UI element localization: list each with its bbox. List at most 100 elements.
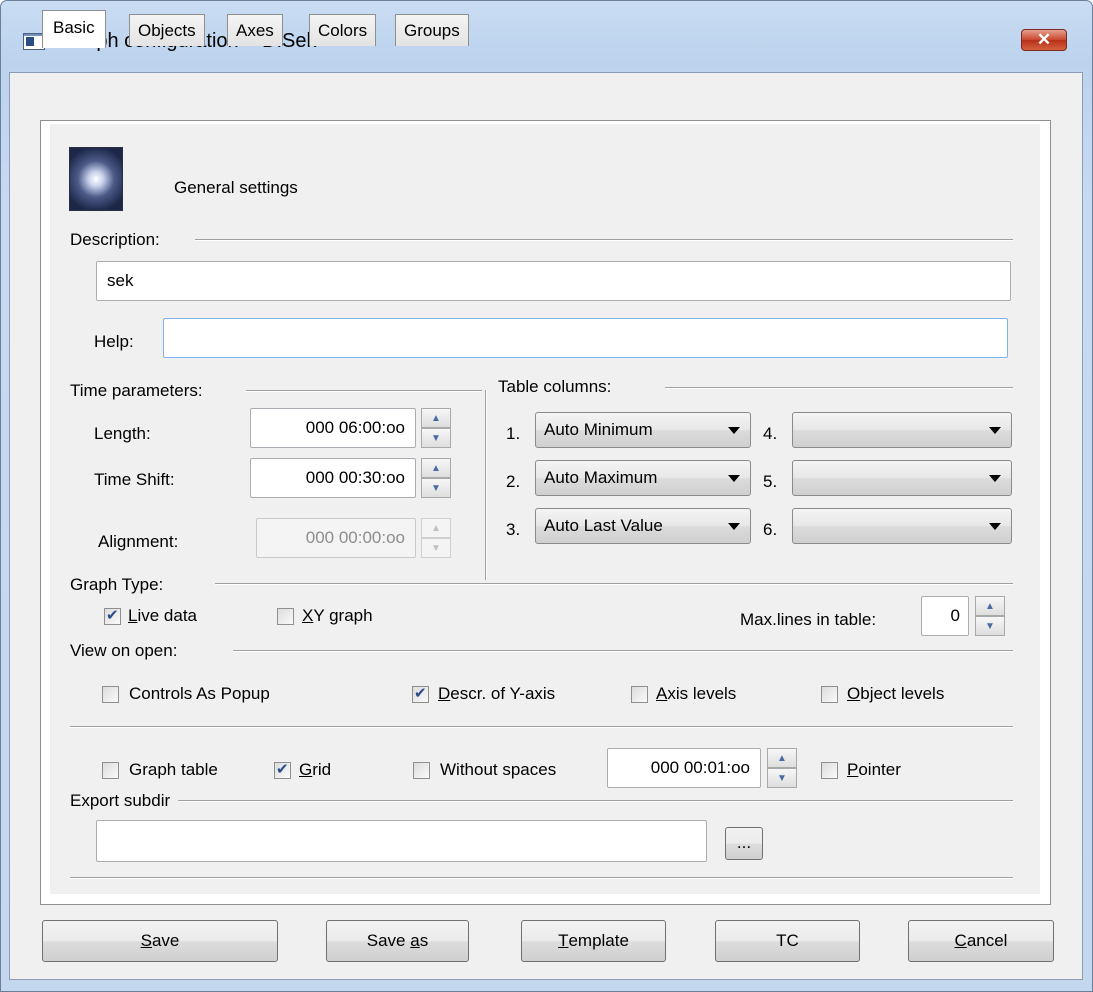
- graph-table-label[interactable]: Graph table: [129, 760, 218, 780]
- tab-objects[interactable]: Objects: [129, 14, 205, 46]
- divider: [233, 650, 1013, 652]
- spin-down-icon[interactable]: ▼: [975, 616, 1005, 636]
- spin-up-icon[interactable]: ▲: [767, 748, 797, 768]
- alignment-value: 000 00:00:oo: [305, 528, 405, 547]
- divider: [195, 239, 1013, 241]
- live-data-label[interactable]: Live data: [128, 606, 197, 626]
- button-label-part: ancel: [966, 931, 1008, 950]
- interval-input[interactable]: 000 00:01:oo: [607, 748, 761, 788]
- column-6-select[interactable]: [792, 508, 1012, 544]
- view-on-open-label: View on open:: [70, 641, 178, 660]
- spin-up-icon[interactable]: ▲: [421, 408, 451, 428]
- label-part: Y graph: [313, 606, 373, 625]
- tab-axes[interactable]: Axes: [227, 14, 283, 46]
- xy-graph-checkbox[interactable]: [277, 608, 294, 625]
- spin-up-icon[interactable]: ▲: [975, 596, 1005, 616]
- column-5-select[interactable]: [792, 460, 1012, 496]
- divider: [246, 390, 482, 392]
- export-subdir-input[interactable]: [96, 820, 707, 862]
- description-label: Description:: [70, 230, 160, 249]
- help-input[interactable]: [163, 318, 1008, 358]
- graph-table-checkbox[interactable]: [102, 762, 119, 779]
- tab-label: Basic: [53, 18, 95, 37]
- alignment-input[interactable]: 000 00:00:oo: [256, 518, 416, 558]
- column-4-number: 4.: [763, 424, 778, 443]
- divider: [665, 387, 1013, 389]
- object-levels-checkbox[interactable]: [821, 686, 838, 703]
- column-4-select[interactable]: [792, 412, 1012, 448]
- length-input[interactable]: 000 06:00:oo: [250, 408, 416, 448]
- tab-basic[interactable]: Basic: [42, 10, 106, 48]
- spin-down-icon[interactable]: ▼: [767, 768, 797, 788]
- save-button[interactable]: Save: [42, 920, 278, 962]
- column-1-number: 1.: [506, 424, 521, 443]
- max-lines-spinner[interactable]: ▲ ▼: [975, 596, 1005, 636]
- xy-graph-label[interactable]: XY graph: [302, 606, 373, 626]
- grid-label[interactable]: Grid: [299, 760, 331, 780]
- graph-settings-icon: [69, 147, 123, 211]
- help-label: Help:: [94, 332, 134, 351]
- axis-levels-label[interactable]: Axis levels: [656, 684, 736, 704]
- tab-groups[interactable]: Groups: [395, 14, 469, 46]
- spin-down-icon[interactable]: ▼: [421, 478, 451, 498]
- spin-up-icon[interactable]: ▲: [421, 518, 451, 538]
- divider: [70, 877, 1013, 879]
- column-3-select[interactable]: Auto Last Value: [535, 508, 751, 544]
- grid-checkbox[interactable]: [274, 760, 291, 779]
- column-1-select[interactable]: Auto Minimum: [535, 412, 751, 448]
- table-columns-label: Table columns:: [498, 377, 612, 396]
- chevron-down-icon: [989, 523, 1001, 530]
- max-lines-value: 0: [950, 606, 960, 625]
- template-button[interactable]: Template: [521, 920, 666, 962]
- time-shift-value: 000 00:30:oo: [305, 468, 405, 487]
- alignment-spinner[interactable]: ▲ ▼: [421, 518, 451, 558]
- time-shift-label: Time Shift:: [94, 470, 175, 489]
- chevron-down-icon: [728, 475, 740, 482]
- axis-levels-checkbox[interactable]: [631, 686, 648, 703]
- descr-y-axis-label[interactable]: Descr. of Y-axis: [438, 684, 555, 704]
- without-spaces-label[interactable]: Without spaces: [440, 760, 556, 780]
- tc-button[interactable]: TC: [715, 920, 860, 962]
- live-data-checkbox[interactable]: [104, 606, 121, 625]
- descr-y-axis-checkbox[interactable]: [412, 684, 429, 703]
- description-value: sek: [107, 271, 134, 290]
- controls-popup-checkbox[interactable]: [102, 686, 119, 703]
- button-label-part: ave: [151, 931, 180, 950]
- cancel-button[interactable]: Cancel: [908, 920, 1054, 962]
- label-part: xis levels: [667, 684, 737, 703]
- button-label-part: emplate: [568, 931, 629, 950]
- controls-popup-label[interactable]: Controls As Popup: [129, 684, 270, 704]
- pointer-label[interactable]: Pointer: [847, 760, 901, 780]
- chevron-down-icon: [728, 427, 740, 434]
- max-lines-input[interactable]: 0: [921, 596, 969, 636]
- column-3-number: 3.: [506, 520, 521, 539]
- without-spaces-checkbox[interactable]: [413, 762, 430, 779]
- tab-label: Colors: [318, 21, 368, 40]
- length-spinner[interactable]: ▲ ▼: [421, 408, 451, 448]
- spin-down-icon[interactable]: ▼: [421, 538, 451, 558]
- button-label: TC: [776, 931, 799, 950]
- divider-vertical: [485, 390, 487, 580]
- chevron-down-icon: [989, 427, 1001, 434]
- divider: [70, 726, 1013, 728]
- object-levels-label[interactable]: Object levels: [847, 684, 944, 704]
- section-title: General settings: [174, 178, 298, 197]
- time-shift-input[interactable]: 000 00:30:oo: [250, 458, 416, 498]
- browse-button[interactable]: ...: [725, 827, 763, 860]
- interval-value: 000 00:01:oo: [650, 758, 750, 777]
- pointer-checkbox[interactable]: [821, 762, 838, 779]
- tab-label: Groups: [404, 21, 460, 40]
- column-6-number: 6.: [763, 520, 778, 539]
- save-as-button[interactable]: Save as: [326, 920, 469, 962]
- spin-up-icon[interactable]: ▲: [421, 458, 451, 478]
- time-shift-spinner[interactable]: ▲ ▼: [421, 458, 451, 498]
- description-input[interactable]: sek: [96, 261, 1011, 301]
- select-value: Auto Last Value: [544, 516, 663, 535]
- tab-colors[interactable]: Colors: [309, 14, 377, 46]
- spin-down-icon[interactable]: ▼: [421, 428, 451, 448]
- interval-spinner[interactable]: ▲ ▼: [767, 748, 797, 788]
- column-2-select[interactable]: Auto Maximum: [535, 460, 751, 496]
- close-button[interactable]: ✕: [1021, 29, 1067, 51]
- alignment-label: Alignment:: [98, 532, 179, 551]
- button-mnemonic: a: [410, 931, 420, 950]
